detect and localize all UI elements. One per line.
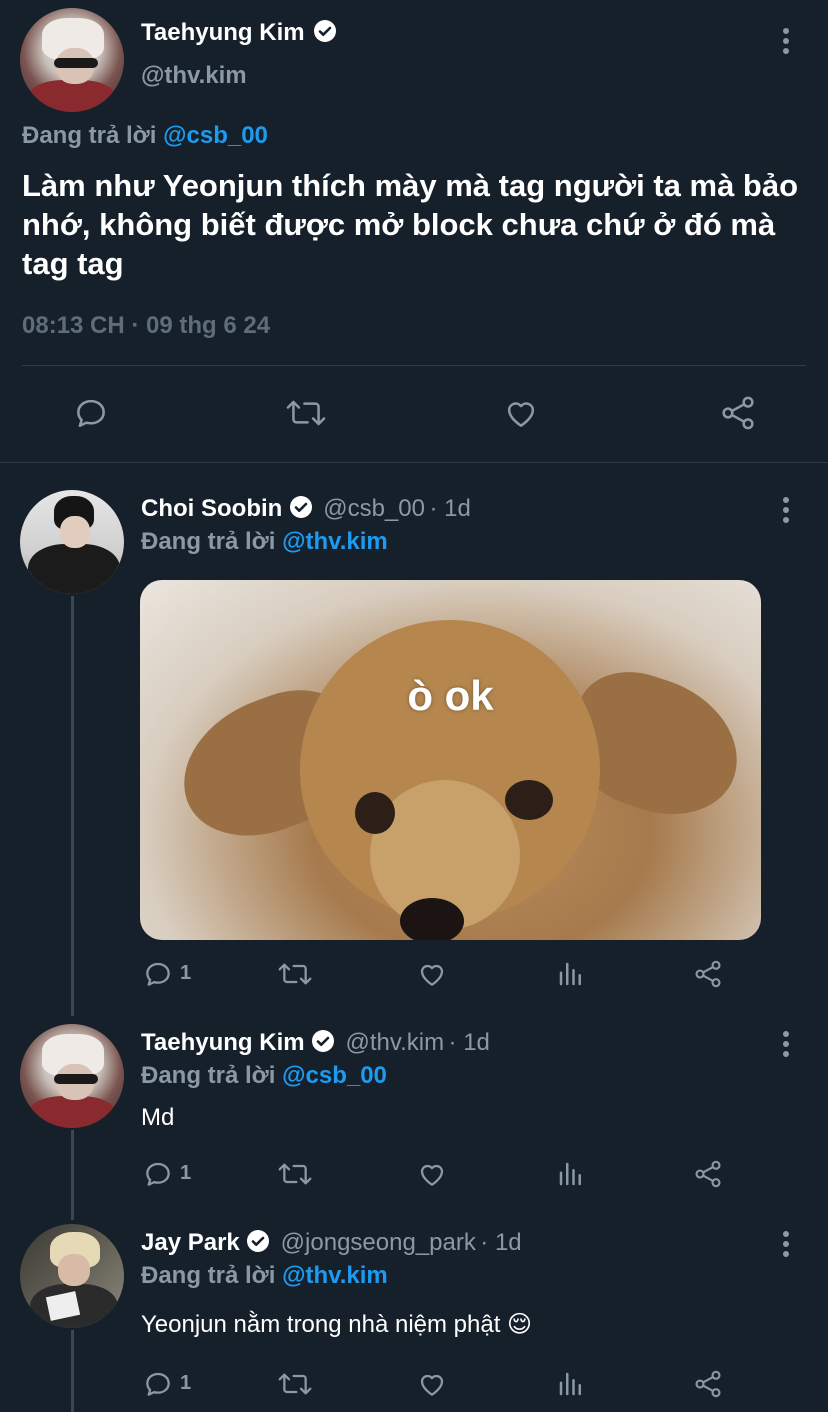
thread-line: [71, 1330, 74, 1412]
views-icon[interactable]: [556, 1368, 586, 1400]
retweet-icon[interactable]: [276, 1158, 314, 1190]
avatar[interactable]: [20, 8, 124, 112]
reply-count: 1: [180, 962, 192, 984]
author-handle[interactable]: @thv.kim: [141, 62, 247, 90]
replying-to: Đang trả lời @thv.kim: [141, 1262, 388, 1290]
share-icon[interactable]: [692, 1368, 724, 1400]
reply-mention-link[interactable]: @thv.kim: [282, 528, 388, 555]
tweet-text: Yeonjun nằm trong nhà niệm phật 😌: [141, 1311, 533, 1338]
tweet-text: Làm như Yeonjun thích mày mà tag người t…: [22, 168, 799, 281]
replying-to: Đang trả lời @csb_00: [22, 122, 268, 150]
like-icon[interactable]: [502, 394, 540, 432]
more-icon[interactable]: [782, 1031, 790, 1061]
reply-prefix: Đang trả lời: [22, 122, 157, 149]
reply-header: Choi Soobin @csb_00 · 1d: [141, 495, 471, 523]
more-icon[interactable]: [782, 28, 790, 58]
retweet-icon[interactable]: [276, 958, 314, 990]
reply-icon[interactable]: [72, 394, 110, 432]
verified-icon: [312, 1030, 335, 1052]
reply-header: Jay Park @jongseong_park · 1d: [141, 1229, 522, 1257]
author-name[interactable]: Choi Soobin: [141, 495, 282, 522]
reply-header: Taehyung Kim @thv.kim · 1d: [141, 1029, 490, 1057]
author-name[interactable]: Taehyung Kim: [141, 19, 337, 47]
tweet-age[interactable]: · 1d: [449, 1029, 490, 1056]
divider: [22, 365, 806, 366]
reply-mention-link[interactable]: @csb_00: [163, 122, 268, 149]
tweet-timestamp[interactable]: 08:13 CH · 09 thg 6 24: [22, 312, 270, 340]
thread-line: [71, 1130, 74, 1220]
verified-icon: [289, 496, 312, 518]
tweet-age[interactable]: · 1d: [480, 1229, 521, 1256]
share-icon[interactable]: [692, 958, 724, 990]
media-caption: ò ok: [407, 672, 494, 719]
reply-count: 1: [180, 1372, 192, 1394]
author-handle[interactable]: @csb_00: [323, 495, 425, 522]
author-handle[interactable]: @jongseong_park: [281, 1229, 476, 1256]
reply-prefix: Đang trả lời: [141, 528, 276, 555]
more-icon[interactable]: [782, 497, 790, 527]
like-icon[interactable]: [416, 1368, 448, 1400]
replying-to: Đang trả lời @thv.kim: [141, 528, 388, 556]
reply-icon[interactable]: [142, 1158, 174, 1190]
reply-icon[interactable]: [142, 1368, 174, 1400]
avatar[interactable]: [20, 1024, 124, 1128]
share-icon[interactable]: [718, 393, 758, 433]
reply-icon[interactable]: [142, 958, 174, 990]
retweet-icon[interactable]: [276, 1368, 314, 1400]
tweet-text: Md: [141, 1104, 175, 1131]
retweet-icon[interactable]: [284, 394, 328, 432]
author-handle[interactable]: @thv.kim: [345, 1029, 444, 1056]
avatar[interactable]: [20, 1224, 124, 1328]
reply-prefix: Đang trả lời: [141, 1262, 276, 1289]
tweet-age[interactable]: · 1d: [429, 495, 470, 522]
author-name[interactable]: Taehyung Kim: [141, 1029, 305, 1056]
reply-count: 1: [180, 1162, 192, 1184]
reply-mention-link[interactable]: @thv.kim: [282, 1262, 388, 1289]
verified-icon: [247, 1230, 270, 1252]
verified-icon: [314, 20, 337, 42]
replying-to: Đang trả lời @csb_00: [141, 1062, 387, 1090]
thread-line: [71, 596, 74, 1016]
views-icon[interactable]: [556, 1158, 586, 1190]
reply-mention-link[interactable]: @csb_00: [282, 1062, 387, 1089]
like-icon[interactable]: [416, 958, 448, 990]
avatar[interactable]: [20, 490, 124, 594]
divider: [0, 462, 828, 463]
author-name[interactable]: Jay Park: [141, 1229, 240, 1256]
tweet-media-image[interactable]: ò ok: [140, 580, 761, 940]
reply-prefix: Đang trả lời: [141, 1062, 276, 1089]
more-icon[interactable]: [782, 1231, 790, 1261]
share-icon[interactable]: [692, 1158, 724, 1190]
like-icon[interactable]: [416, 1158, 448, 1190]
author-name-text: Taehyung Kim: [141, 19, 305, 46]
views-icon[interactable]: [556, 958, 586, 990]
